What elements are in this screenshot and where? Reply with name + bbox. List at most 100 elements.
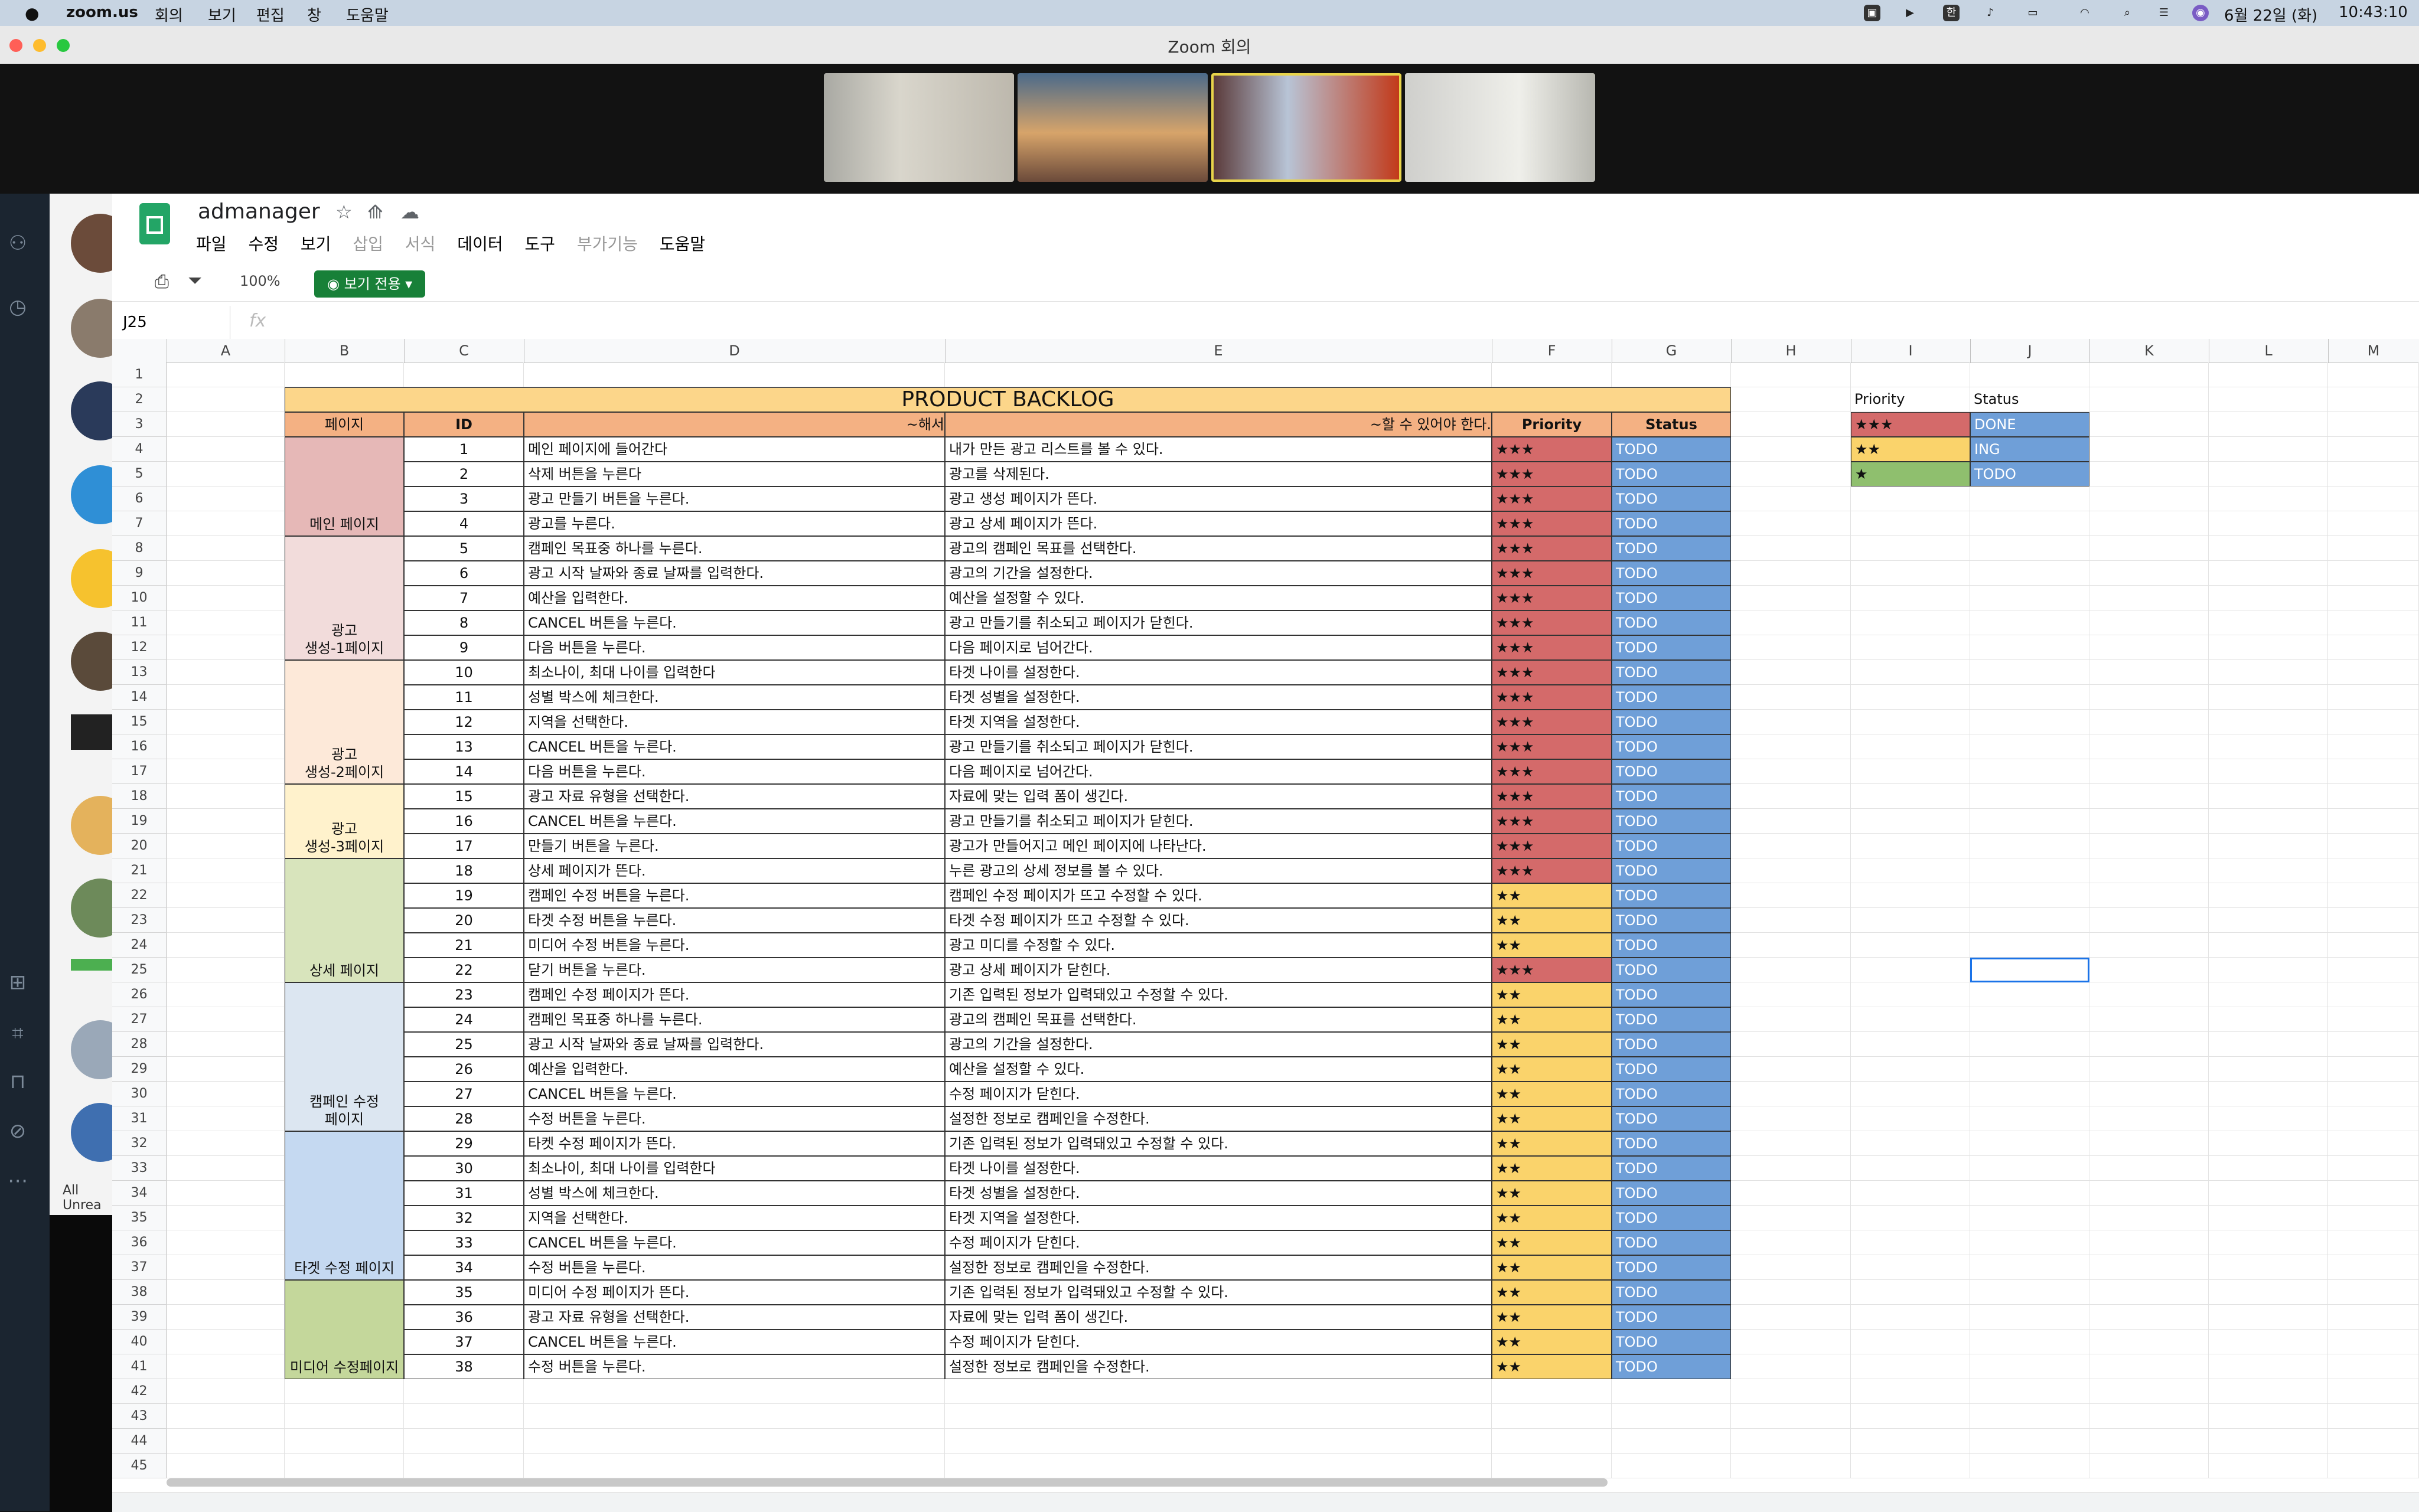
empty-cell[interactable] xyxy=(1970,784,2089,809)
row-header[interactable]: 2 xyxy=(112,387,167,412)
empty-cell[interactable] xyxy=(1731,1280,1851,1305)
empty-cell[interactable] xyxy=(2328,1280,2419,1305)
status-cell[interactable]: TODO xyxy=(1612,1280,1731,1305)
header-status[interactable]: Status xyxy=(1612,412,1731,437)
empty-cell[interactable] xyxy=(2328,1230,2419,1255)
empty-cell[interactable] xyxy=(2209,1032,2328,1057)
id-cell[interactable]: 21 xyxy=(404,933,524,958)
empty-cell[interactable] xyxy=(1970,536,2089,561)
row-header[interactable]: 38 xyxy=(112,1280,167,1305)
empty-cell[interactable] xyxy=(2209,462,2328,486)
status-cell[interactable]: TODO xyxy=(1612,462,1731,486)
row-header[interactable]: 40 xyxy=(112,1330,167,1354)
result-cell[interactable]: 설정한 정보로 캠페인을 수정한다. xyxy=(945,1106,1492,1131)
select-all-corner[interactable] xyxy=(112,339,167,363)
empty-cell[interactable] xyxy=(2209,1106,2328,1131)
empty-cell[interactable] xyxy=(1851,511,1970,536)
empty-cell[interactable] xyxy=(1851,858,1970,883)
status-cell[interactable]: TODO xyxy=(1612,610,1731,635)
row-header[interactable]: 13 xyxy=(112,660,167,685)
result-cell[interactable]: 수정 페이지가 닫힌다. xyxy=(945,1330,1492,1354)
row-header[interactable]: 4 xyxy=(112,437,167,462)
input-method-icon[interactable]: 한 xyxy=(1943,5,1960,21)
column-header[interactable]: C xyxy=(404,339,524,363)
row-header[interactable]: 7 xyxy=(112,511,167,536)
empty-cell[interactable] xyxy=(1731,1156,1851,1181)
empty-cell[interactable] xyxy=(167,1206,285,1230)
empty-cell[interactable] xyxy=(404,1429,524,1454)
participant-video-2[interactable] xyxy=(1018,73,1208,182)
row-header[interactable]: 9 xyxy=(112,561,167,586)
result-cell[interactable]: 타겟 수정 페이지가 뜨고 수정할 수 있다. xyxy=(945,908,1492,933)
control-center-icon[interactable]: ☰ xyxy=(2156,5,2172,21)
priority-cell[interactable]: ★★★ xyxy=(1492,511,1612,536)
empty-cell[interactable] xyxy=(2089,511,2209,536)
participant-video-3[interactable] xyxy=(1211,73,1401,182)
priority-cell[interactable]: ★★ xyxy=(1492,883,1612,908)
result-cell[interactable]: 광고의 기간을 설정한다. xyxy=(945,1032,1492,1057)
empty-cell[interactable] xyxy=(1851,363,1970,387)
empty-cell[interactable] xyxy=(1970,1206,2089,1230)
action-cell[interactable]: 닫기 버튼을 누른다. xyxy=(524,958,945,982)
empty-cell[interactable] xyxy=(2328,1032,2419,1057)
empty-cell[interactable] xyxy=(2328,363,2419,387)
empty-cell[interactable] xyxy=(1970,908,2089,933)
action-cell[interactable]: 캠페인 목표중 하나를 누른다. xyxy=(524,1007,945,1032)
empty-cell[interactable] xyxy=(2209,809,2328,834)
empty-cell[interactable] xyxy=(1731,1354,1851,1379)
empty-cell[interactable] xyxy=(1970,586,2089,610)
id-cell[interactable]: 5 xyxy=(404,536,524,561)
legend-priority-header[interactable]: Priority xyxy=(1851,387,1970,412)
id-cell[interactable]: 22 xyxy=(404,958,524,982)
id-cell[interactable]: 36 xyxy=(404,1305,524,1330)
zoom-tray-icon[interactable]: ▣ xyxy=(1864,5,1880,21)
result-cell[interactable]: 타겟 나이를 설정한다. xyxy=(945,660,1492,685)
menu-insert[interactable]: 삽입 xyxy=(353,234,383,254)
empty-cell[interactable] xyxy=(2209,1007,2328,1032)
document-title[interactable]: admanager xyxy=(198,200,320,224)
empty-cell[interactable] xyxy=(1731,437,1851,462)
row-header[interactable]: 42 xyxy=(112,1379,167,1404)
empty-cell[interactable] xyxy=(167,511,285,536)
action-cell[interactable]: 다음 버튼을 누른다. xyxy=(524,635,945,660)
empty-cell[interactable] xyxy=(1731,1057,1851,1082)
id-cell[interactable]: 26 xyxy=(404,1057,524,1082)
empty-cell[interactable] xyxy=(2209,412,2328,437)
priority-cell[interactable]: ★★ xyxy=(1492,1305,1612,1330)
empty-cell[interactable] xyxy=(2209,1354,2328,1379)
page-group-cell[interactable]: 광고 생성-3페이지 xyxy=(285,784,404,858)
row-header[interactable]: 29 xyxy=(112,1057,167,1082)
action-cell[interactable]: 지역을 선택한다. xyxy=(524,710,945,734)
empty-cell[interactable] xyxy=(167,1057,285,1082)
empty-cell[interactable] xyxy=(2328,1354,2419,1379)
id-cell[interactable]: 30 xyxy=(404,1156,524,1181)
action-cell[interactable]: 메인 페이지에 들어간다 xyxy=(524,437,945,462)
empty-cell[interactable] xyxy=(167,908,285,933)
row-header[interactable]: 33 xyxy=(112,1156,167,1181)
empty-cell[interactable] xyxy=(2328,586,2419,610)
empty-cell[interactable] xyxy=(167,660,285,685)
empty-cell[interactable] xyxy=(2089,1280,2209,1305)
empty-cell[interactable] xyxy=(2209,1057,2328,1082)
id-cell[interactable]: 25 xyxy=(404,1032,524,1057)
status-cell[interactable]: TODO xyxy=(1612,586,1731,610)
result-cell[interactable]: 타겟 지역을 설정한다. xyxy=(945,710,1492,734)
id-cell[interactable]: 9 xyxy=(404,635,524,660)
status-cell[interactable]: TODO xyxy=(1612,685,1731,710)
empty-cell[interactable] xyxy=(2209,1330,2328,1354)
empty-cell[interactable] xyxy=(167,1454,285,1478)
move-icon[interactable]: ⟰ xyxy=(367,201,383,223)
empty-cell[interactable] xyxy=(167,486,285,511)
empty-cell[interactable] xyxy=(2328,462,2419,486)
empty-cell[interactable] xyxy=(1970,561,2089,586)
action-cell[interactable]: CANCEL 버튼을 누른다. xyxy=(524,809,945,834)
empty-cell[interactable] xyxy=(1731,809,1851,834)
empty-cell[interactable] xyxy=(167,1330,285,1354)
empty-cell[interactable] xyxy=(285,1379,404,1404)
id-cell[interactable]: 29 xyxy=(404,1131,524,1156)
row-header[interactable]: 31 xyxy=(112,1106,167,1131)
empty-cell[interactable] xyxy=(1851,660,1970,685)
menu-edit[interactable]: 편집 xyxy=(256,4,285,25)
empty-cell[interactable] xyxy=(1731,759,1851,784)
result-cell[interactable]: 예산을 설정할 수 있다. xyxy=(945,586,1492,610)
